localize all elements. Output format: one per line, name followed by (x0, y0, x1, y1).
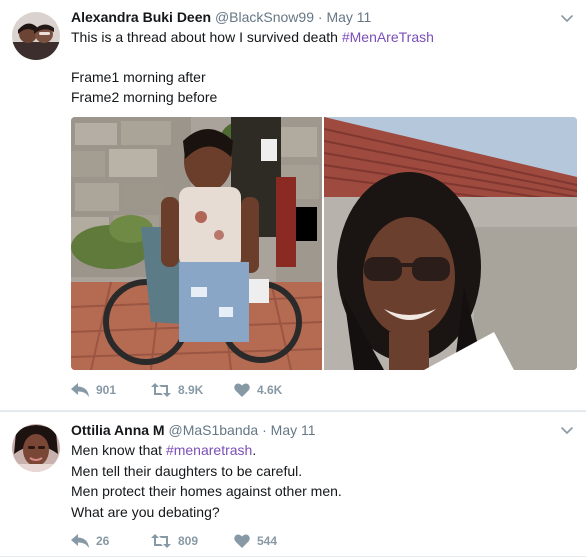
heart-icon (234, 534, 250, 548)
text-segment: Men tell their daughters to be careful. (71, 462, 303, 479)
tweet-line: Men tell their daughters to be careful. (71, 461, 566, 482)
text-segment: . (252, 442, 257, 458)
tweet-line: Frame1 morning after (71, 67, 566, 87)
author-handle[interactable]: @MaS1banda (168, 422, 258, 438)
author-handle[interactable]: @BlackSnow99 (215, 9, 314, 25)
tweet-text: Men know that #menaretrash. Men tell the… (71, 440, 566, 522)
tweet-media[interactable] (71, 117, 577, 370)
media-photo-right[interactable] (324, 117, 577, 370)
tweet[interactable]: Alexandra Buki Deen @BlackSnow99 · May 1… (0, 0, 586, 411)
text-segment: Men protect their homes against other me… (71, 483, 342, 499)
like-button[interactable]: 544 (234, 531, 277, 551)
separator: · (317, 9, 323, 25)
tweet-date[interactable]: May 11 (271, 422, 316, 438)
separator: · (262, 422, 267, 438)
reply-button[interactable]: 26 (71, 531, 109, 551)
text-segment: Frame2 morning before (71, 89, 218, 105)
retweet-button[interactable]: 8.9K (151, 380, 203, 400)
reply-icon (71, 534, 89, 548)
like-count: 4.6K (257, 383, 283, 397)
reply-button[interactable]: 901 (71, 380, 116, 400)
avatar[interactable] (12, 424, 60, 472)
reply-count: 26 (96, 534, 110, 548)
chevron-down-icon[interactable] (560, 11, 574, 25)
tweet-line: Frame2 morning before (71, 87, 566, 107)
text-segment: Frame1 morning after (71, 69, 206, 85)
retweet-count: 809 (178, 534, 199, 548)
heart-icon (234, 383, 250, 397)
text-segment: Men know that (71, 442, 166, 458)
tweet-line: Men know that #menaretrash. (71, 440, 566, 461)
tweet-line: What are you debating? (71, 502, 566, 523)
hashtag-link[interactable]: #MenAreTrash (342, 29, 434, 45)
chevron-down-icon[interactable] (560, 423, 574, 437)
reply-icon (71, 383, 89, 397)
like-button[interactable]: 4.6K (234, 380, 282, 400)
tweet-line: This is a thread about how I survived de… (71, 27, 566, 47)
retweet-icon (151, 534, 171, 548)
author-name[interactable]: Alexandra Buki Deen (71, 9, 211, 25)
retweet-button[interactable]: 809 (151, 531, 198, 551)
tweet-header: Alexandra Buki Deen @BlackSnow99 · May 1… (71, 8, 552, 26)
tweet-line: Men protect their homes against other me… (71, 481, 566, 502)
text-segment: This is a thread about how I survived de… (71, 29, 342, 45)
author-name[interactable]: Ottilia Anna M (71, 422, 165, 438)
hashtag-link[interactable]: #menaretrash (166, 442, 252, 458)
media-photo-left[interactable] (71, 117, 322, 370)
tweet[interactable]: Ottilia Anna M @MaS1banda · May 11 Men k… (0, 411, 586, 557)
retweet-count: 8.9K (178, 383, 204, 397)
tweet-line (71, 47, 566, 67)
tweet-header: Ottilia Anna M @MaS1banda · May 11 (71, 421, 552, 439)
reply-count: 901 (96, 383, 117, 397)
avatar[interactable] (12, 12, 60, 60)
tweet-text: This is a thread about how I survived de… (71, 27, 566, 107)
retweet-icon (151, 383, 171, 397)
tweet-date[interactable]: May 11 (326, 9, 371, 25)
like-count: 544 (257, 534, 278, 548)
text-segment: What are you debating? (71, 503, 220, 520)
